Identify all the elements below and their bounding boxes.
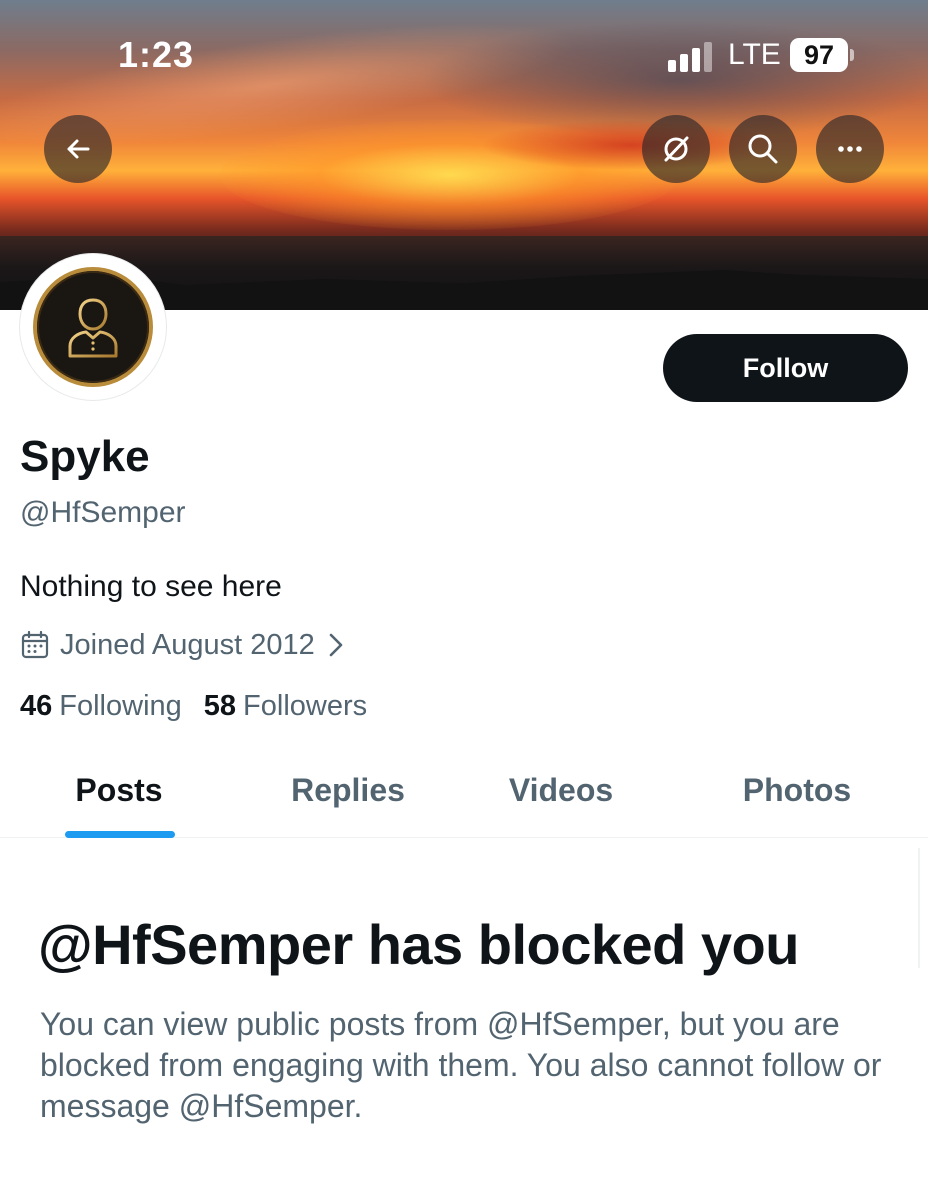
chevron-right-icon [329, 633, 343, 657]
profile-tabs: Posts Replies Videos Photos [0, 752, 928, 838]
user-handle: @HfSemper [20, 496, 186, 529]
blocked-message: You can view public posts from @HfSemper… [40, 1006, 882, 1124]
grok-button[interactable] [642, 115, 710, 183]
search-button[interactable] [729, 115, 797, 183]
avatar[interactable] [19, 253, 167, 401]
joined-date-row[interactable]: Joined August 2012 [20, 628, 345, 662]
following-label: Following [59, 690, 182, 722]
tab-videos[interactable]: Videos [480, 772, 642, 809]
grok-icon [664, 136, 689, 162]
arrow-left-icon [67, 139, 90, 159]
followers-label: Followers [243, 690, 368, 722]
scroll-indicator [918, 848, 920, 968]
follow-button[interactable]: Follow [663, 334, 908, 402]
cell-signal-icon [668, 42, 714, 72]
tab-photos[interactable]: Photos [716, 772, 878, 809]
battery-icon: 97 [790, 38, 854, 72]
more-dots-icon [838, 146, 862, 152]
tab-posts[interactable]: Posts [40, 772, 198, 809]
follow-stats: 46 Following 58 Followers [20, 690, 367, 723]
network-type: LTE [728, 38, 781, 71]
search-icon [748, 134, 778, 164]
following-count: 46 [20, 690, 53, 722]
display-name: Spyke [20, 432, 150, 481]
battery-level: 97 [790, 38, 848, 72]
tab-replies[interactable]: Replies [268, 772, 428, 809]
avatar-image [37, 271, 149, 383]
active-tab-indicator [65, 831, 175, 838]
followers-link[interactable]: 58 Followers [204, 690, 367, 723]
joined-date-label: Joined August 2012 [60, 628, 315, 661]
calendar-icon [21, 630, 49, 659]
person-outline-icon [68, 298, 118, 358]
blocked-title: @HfSemper has blocked you [38, 913, 799, 976]
more-options-button[interactable] [816, 115, 884, 183]
profile-bio: Nothing to see here [20, 570, 282, 603]
back-button[interactable] [44, 115, 112, 183]
following-link[interactable]: 46 Following [20, 690, 182, 723]
followers-count: 58 [203, 690, 237, 722]
status-time: 1:23 [118, 34, 195, 75]
